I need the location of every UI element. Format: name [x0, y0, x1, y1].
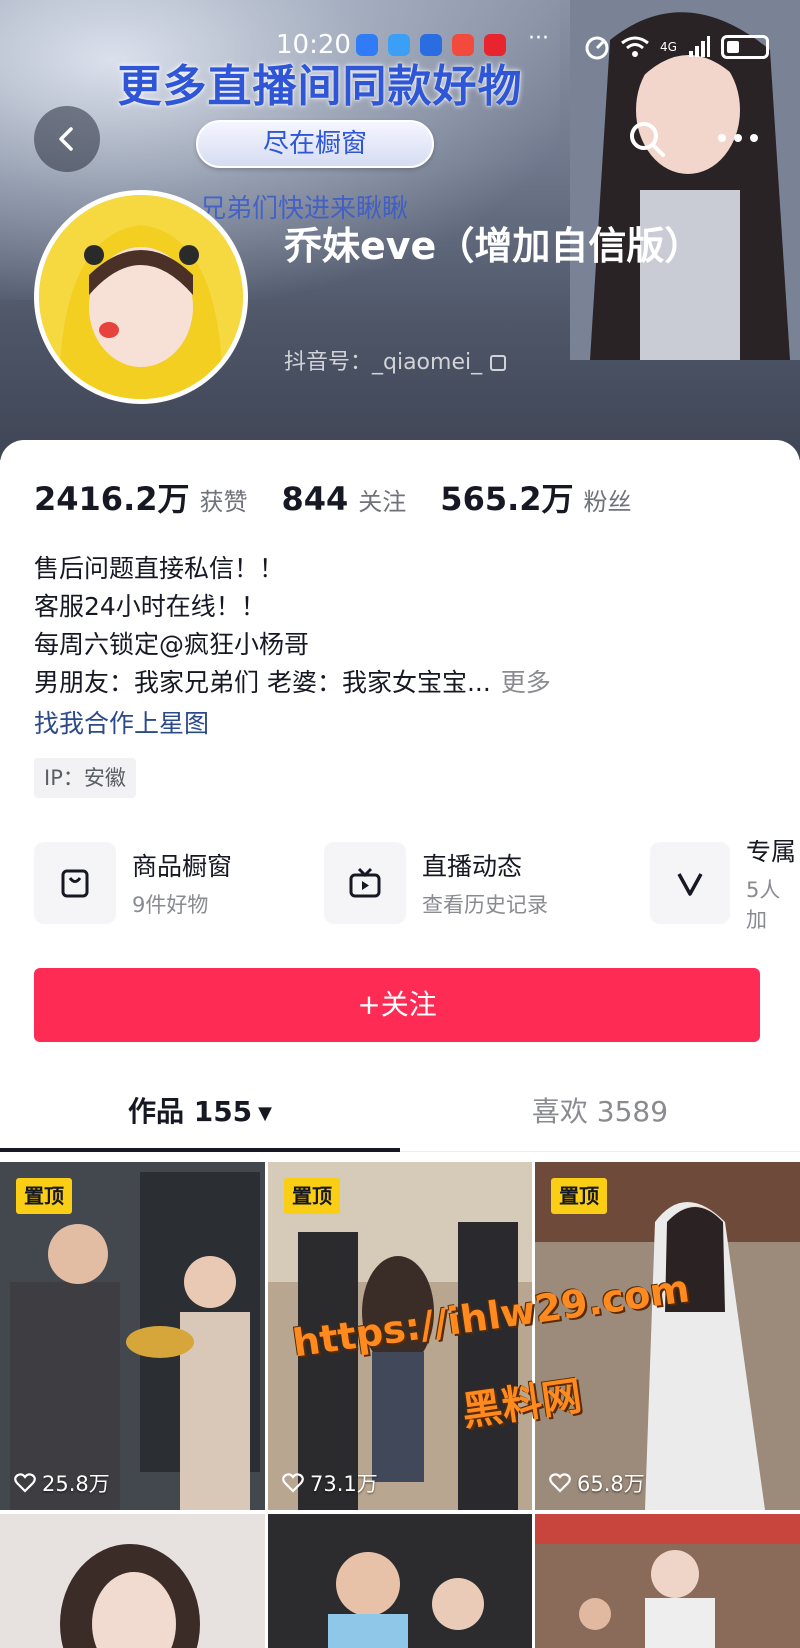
heart-icon	[549, 1473, 571, 1493]
promo-pill[interactable]: 尽在橱窗	[196, 120, 434, 168]
service-subtitle: 9件好物	[132, 893, 209, 917]
likes-count[interactable]: 2416.2万	[34, 474, 190, 520]
video-likes: 25.8万	[14, 1468, 110, 1498]
heart-icon	[282, 1473, 304, 1493]
likes-label: 获赞	[199, 488, 248, 516]
video-likes: 65.8万	[549, 1468, 645, 1498]
promo-subtitle: 兄弟们快进来瞅瞅	[200, 194, 409, 224]
speed-icon	[585, 36, 609, 60]
service-live-history[interactable]: 直播动态 查看历史记录	[324, 840, 548, 926]
shopping-notification-icon	[452, 34, 474, 56]
bio-line-text: 男朋友：我家兄弟们 老婆：我家女宝宝...	[34, 668, 491, 697]
pinned-badge: 置顶	[16, 1178, 72, 1214]
bio-line: 男朋友：我家兄弟们 老婆：我家女宝宝... 更多	[34, 664, 551, 702]
shopping-bag-icon	[34, 842, 116, 924]
video-likes-count: 65.8万	[577, 1472, 645, 1496]
bio-line: 客服24小时在线！！	[34, 592, 266, 621]
video-tile[interactable]	[0, 1514, 265, 1648]
browser-notification-icon	[420, 34, 442, 56]
follow-button[interactable]: +关注	[34, 968, 760, 1042]
pinned-badge: 置顶	[284, 1178, 340, 1214]
app-notification-icon	[356, 34, 378, 56]
back-button[interactable]	[34, 106, 100, 172]
status-right-icons: 4G	[584, 34, 769, 60]
video-thumbnail	[0, 1514, 265, 1648]
following-label: 关注	[358, 488, 407, 516]
status-bar: 10:20 ··· 4G	[0, 26, 800, 66]
copy-icon[interactable]	[490, 355, 507, 371]
tv-icon	[324, 842, 406, 924]
starmap-link[interactable]: 找我合作上星图	[34, 704, 209, 740]
bio-line: 售后问题直接私信！！	[34, 554, 285, 583]
search-button[interactable]	[620, 112, 674, 166]
avatar[interactable]	[34, 190, 248, 404]
status-app-icons	[356, 34, 506, 56]
battery-icon	[720, 35, 769, 59]
video-grid: 置顶 25.8万 置顶 73.1万 置顶 65.8万	[0, 1162, 800, 1648]
message-notification-icon	[388, 34, 410, 56]
video-tile[interactable]: 置顶 65.8万	[535, 1162, 800, 1510]
service-title: 商品橱窗	[132, 852, 233, 881]
video-thumbnail	[535, 1162, 800, 1510]
douyin-id[interactable]: 抖音号：_qiaomei_	[284, 344, 507, 376]
wifi-icon	[621, 36, 649, 57]
tab-works[interactable]: 作品 155 ▼	[0, 1090, 400, 1152]
video-thumbnail	[268, 1514, 532, 1648]
chevron-left-icon	[59, 127, 73, 151]
search-icon	[630, 122, 665, 157]
service-subtitle: 5人加	[745, 878, 781, 930]
more-options-button[interactable]	[708, 116, 768, 160]
followers-count[interactable]: 565.2万	[440, 474, 573, 520]
video-thumbnail	[0, 1162, 265, 1510]
caret-down-icon: ▼	[258, 1102, 273, 1124]
avatar-image	[39, 195, 243, 399]
tab-works-label: 作品 155	[127, 1095, 253, 1128]
tab-likes[interactable]: 喜欢 3589	[400, 1090, 800, 1152]
heart-icon	[14, 1473, 36, 1493]
service-entries: 商品橱窗 9件好物 直播动态 查看历史记录 专属 5人加	[34, 840, 800, 930]
service-subtitle: 查看历史记录	[422, 893, 548, 917]
service-exclusive[interactable]: 专属 5人加	[650, 840, 800, 930]
service-shop-window[interactable]: 商品橱窗 9件好物	[34, 840, 232, 926]
video-likes-count: 25.8万	[42, 1472, 110, 1496]
profile-banner: 更多直播间同款好物 尽在橱窗 兄弟们快进来瞅瞅 10:20 ··· 4G 乔妹e…	[0, 0, 800, 460]
followers-label: 粉丝	[583, 488, 632, 516]
douyin-id-text: 抖音号：_qiaomei_	[284, 350, 483, 375]
v-icon	[650, 842, 730, 924]
pinned-badge: 置顶	[551, 1178, 607, 1214]
profile-card: 2416.2万 获赞 844 关注 565.2万 粉丝 售后问题直接私信！！ 客…	[0, 440, 800, 1648]
ip-location-tag: IP：安徽	[34, 758, 136, 798]
profile-name: 乔妹eve（增加自信版）	[284, 224, 703, 268]
video-likes-count: 73.1万	[310, 1472, 378, 1496]
signal-icon	[688, 36, 710, 57]
video-tile[interactable]	[268, 1514, 532, 1648]
network-type: 4G	[660, 40, 677, 54]
bio-line: 每周六锁定@疯狂小杨哥	[34, 630, 310, 659]
video-tile[interactable]: 置顶 25.8万	[0, 1162, 265, 1510]
video-thumbnail	[535, 1514, 800, 1648]
profile-stats: 2416.2万 获赞 844 关注 565.2万 粉丝	[34, 474, 666, 520]
bio-more-link[interactable]: 更多	[501, 668, 551, 697]
service-title: 直播动态	[422, 852, 523, 881]
following-count[interactable]: 844	[282, 480, 349, 518]
content-tabs: 作品 155 ▼ 喜欢 3589	[0, 1090, 800, 1152]
service-title: 专属	[745, 840, 796, 866]
red-app-notification-icon	[484, 34, 506, 56]
status-time: 10:20	[276, 30, 351, 60]
video-likes: 73.1万	[282, 1468, 378, 1498]
video-tile[interactable]	[535, 1514, 800, 1648]
status-overflow: ···	[528, 26, 549, 51]
bio: 售后问题直接私信！！ 客服24小时在线！！ 每周六锁定@疯狂小杨哥 男朋友：我家…	[34, 550, 551, 702]
more-dots-icon	[718, 134, 758, 142]
